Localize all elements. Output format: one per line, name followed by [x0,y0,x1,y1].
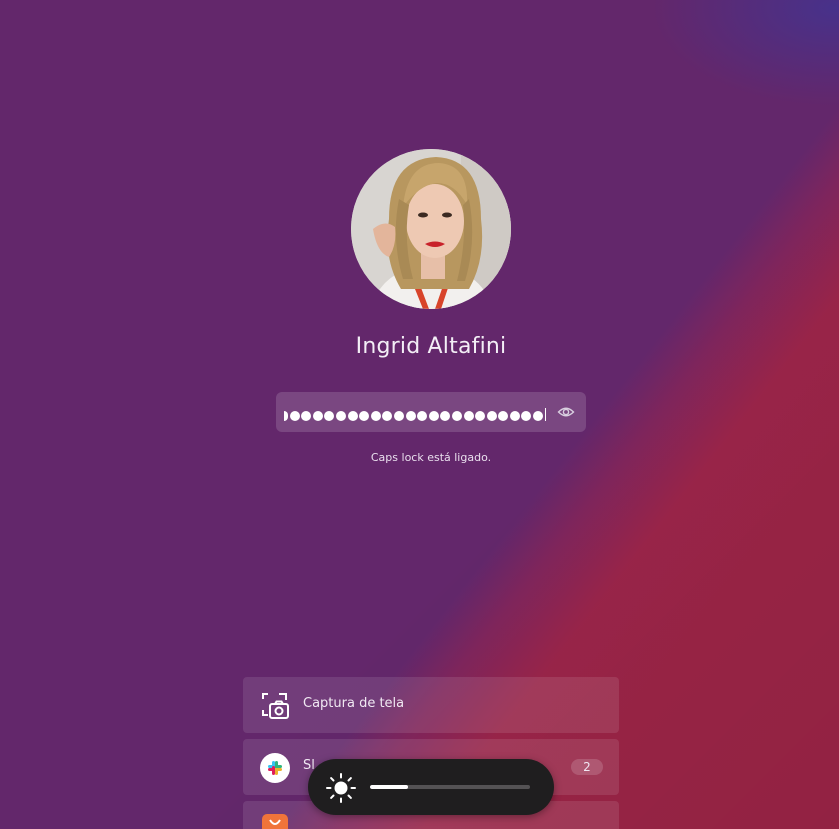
shop-bag-icon [262,814,288,829]
password-dot [347,410,358,421]
text-caret [544,407,546,421]
password-dot [312,410,323,421]
password-mask [284,403,546,421]
notification-title: Captura de tela [303,696,405,711]
password-dot [417,410,428,421]
password-dot [428,410,439,421]
password-dot [521,410,532,421]
password-dot [301,410,312,421]
avatar [351,149,511,309]
password-dot [370,410,381,421]
brightness-level-fill [370,785,408,789]
password-dot [284,410,288,421]
password-dot [393,410,404,421]
password-dot [335,410,346,421]
password-dot [359,410,370,421]
screenshot-icon [262,693,289,719]
password-dot [463,410,474,421]
eye-icon[interactable] [557,403,575,421]
notification-screenshot[interactable]: Captura de tela [243,677,619,733]
password-dot [405,410,416,421]
password-dot [451,410,462,421]
user-name: Ingrid Altafini [355,334,507,359]
password-field[interactable] [276,392,586,432]
password-dot [289,410,300,421]
password-dot [324,410,335,421]
password-dot [475,410,486,421]
sun-icon [326,773,356,803]
slack-icon [260,753,290,783]
password-dot [498,410,509,421]
caps-lock-warning: Caps lock está ligado. [370,451,492,464]
notification-count-badge: 2 [571,759,603,775]
password-dot [440,410,451,421]
password-dot [382,410,393,421]
brightness-level-bar [370,785,530,789]
brightness-osd [308,759,554,815]
password-dot [486,410,497,421]
password-dot [533,410,544,421]
password-dot [509,410,520,421]
